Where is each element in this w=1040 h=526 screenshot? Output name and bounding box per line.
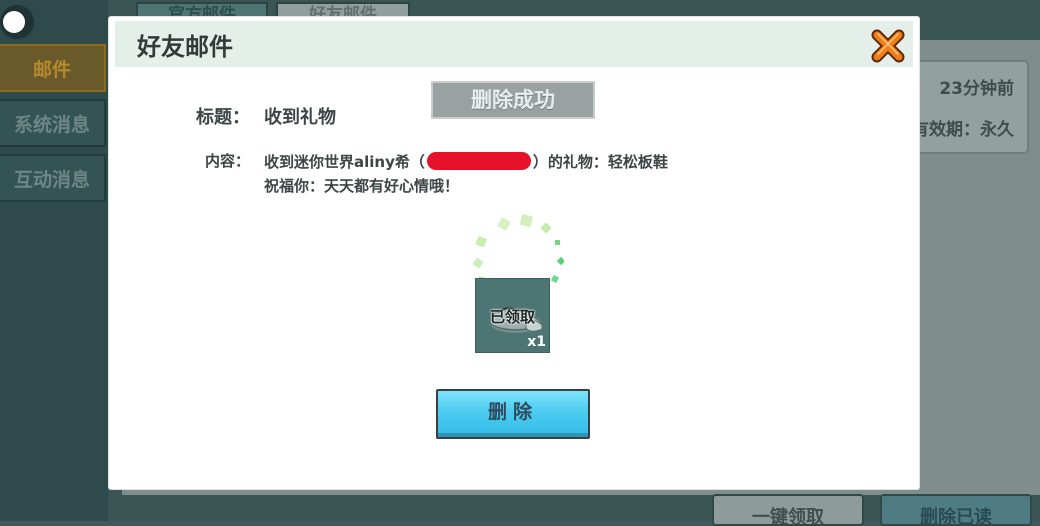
mail-time: 23分钟前 — [939, 79, 1014, 99]
close-icon — [871, 29, 905, 63]
avatar[interactable] — [0, 5, 34, 39]
claim-all-button[interactable]: 一键领取 — [712, 494, 864, 526]
content-label: 内容： — [205, 152, 251, 170]
sidebar: 邮件 系统消息 互动消息 — [0, 0, 108, 521]
gift-item-sneaker[interactable]: 已领取 x1 — [475, 278, 550, 353]
sidebar-item-interaction-messages[interactable]: 互动消息 — [0, 154, 106, 202]
content-text: 收到迷你世界aliny希（ ）的礼物：轻松板鞋 祝福你：天天都有好心情哦！ — [264, 150, 668, 198]
friend-mail-dialog: 好友邮件 删除成功 标题： 收到礼物 内容： 收到迷你世界aliny希（ ）的礼… — [109, 17, 919, 489]
subject-value: 收到礼物 — [264, 107, 336, 128]
delete-read-button[interactable]: 删除已读 — [880, 494, 1032, 526]
content-line1-prefix: 收到迷你世界aliny希（ — [264, 153, 425, 171]
subject-label: 标题： — [196, 107, 250, 128]
content-line1-suffix: ）的礼物：轻松板鞋 — [532, 153, 668, 171]
sidebar-item-system-messages[interactable]: 系统消息 — [0, 99, 106, 147]
content-line2: 祝福你：天天都有好心情哦！ — [264, 177, 460, 195]
delete-success-toast: 删除成功 — [431, 81, 595, 119]
sidebar-item-mail[interactable]: 邮件 — [0, 44, 106, 92]
delete-button[interactable]: 删除 — [436, 389, 590, 439]
redacted-id — [426, 152, 531, 170]
claimed-status: 已领取 — [489, 308, 535, 326]
gift-quantity: x1 — [527, 334, 546, 350]
close-button[interactable] — [869, 27, 907, 65]
dialog-title: 好友邮件 — [137, 33, 233, 61]
mail-validity: 有效期：永久 — [912, 120, 1014, 140]
dialog-header: 好友邮件 — [115, 21, 913, 67]
delete-button-label: 删除 — [438, 391, 588, 437]
